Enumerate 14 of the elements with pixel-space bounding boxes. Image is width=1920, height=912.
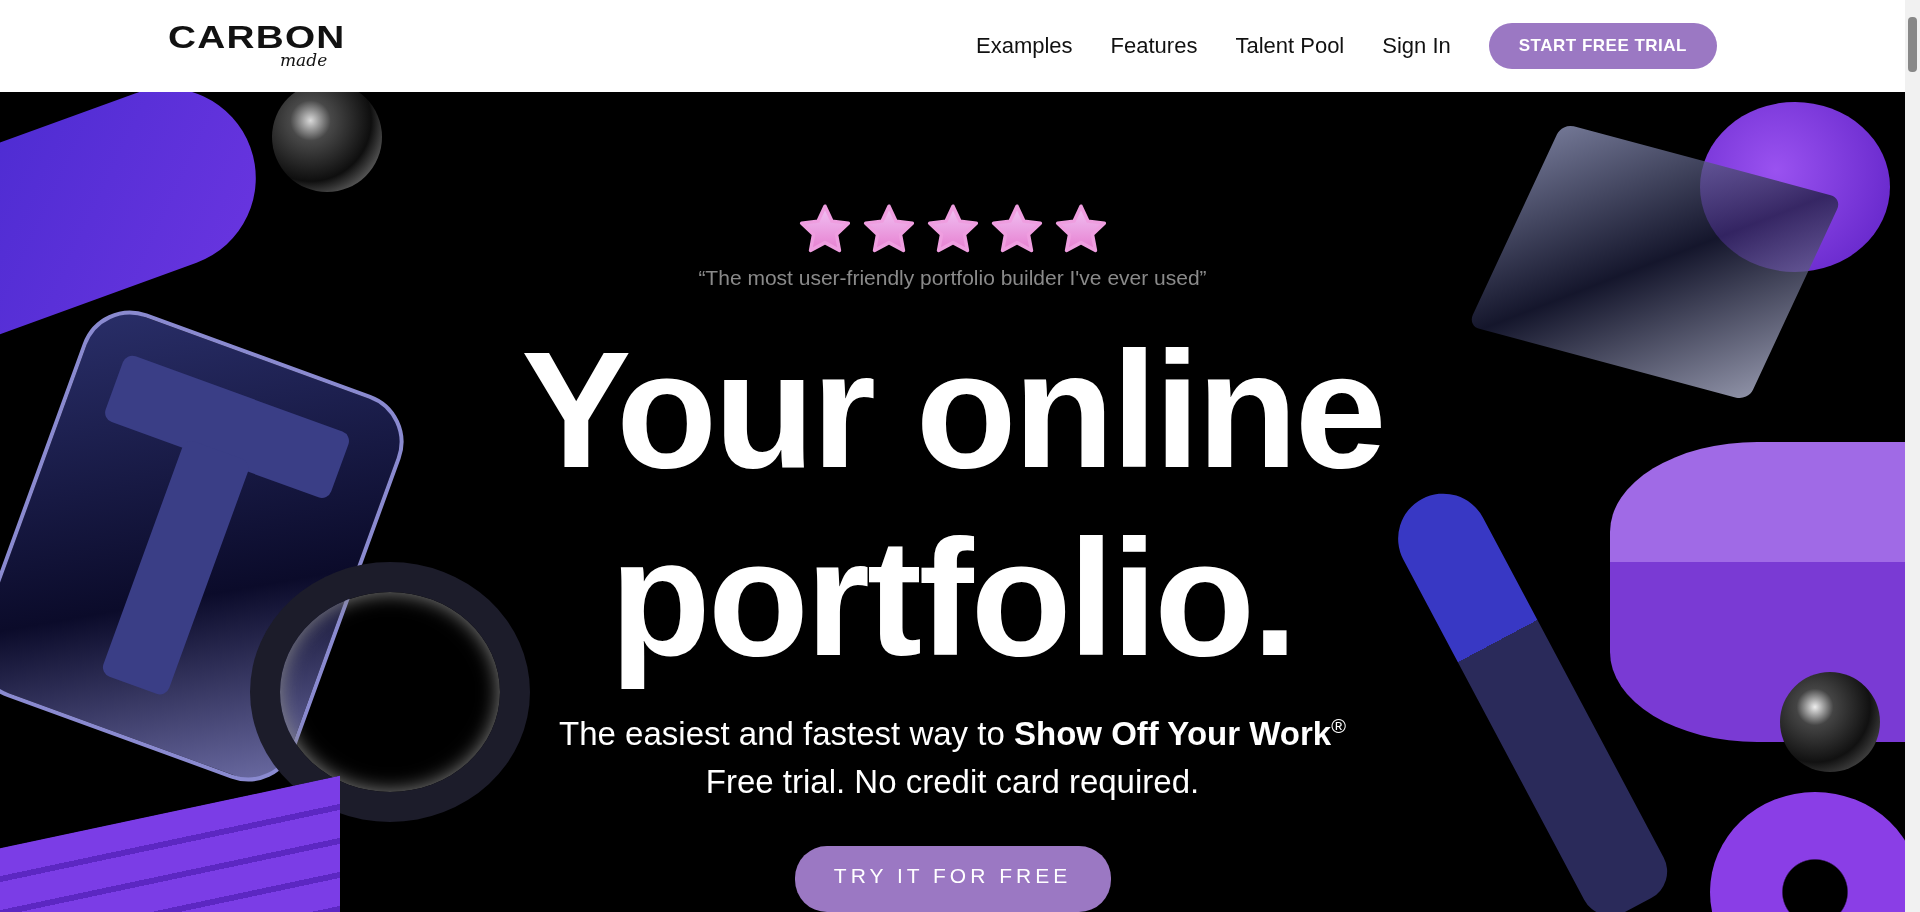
start-trial-button[interactable]: START FREE TRIAL: [1488, 23, 1717, 69]
nav-link[interactable]: Sign In: [1382, 33, 1451, 59]
trial-note: Free trial. No credit card required.: [705, 762, 1200, 802]
subtitle: The easiest and fastest way to Show Off Your Work$^{®}$: [559, 714, 1346, 754]
testimonial-quote: “The most user-friendly portfolio builder I've ever used”: [698, 266, 1207, 290]
logo-wordmark: CARBON: [168, 24, 346, 52]
logo[interactable]: CARBON made: [168, 24, 363, 68]
nav-link[interactable]: Features: [1110, 33, 1198, 59]
logo-script: made: [280, 52, 328, 68]
nav-link[interactable]: Talent Pool: [1235, 33, 1345, 59]
nav-link[interactable]: Examples: [976, 33, 1073, 59]
headline: Your online: [521, 317, 1384, 504]
headline: portfolio.: [610, 505, 1295, 692]
try-free-button[interactable]: TRY IT FOR FREE: [794, 846, 1111, 912]
